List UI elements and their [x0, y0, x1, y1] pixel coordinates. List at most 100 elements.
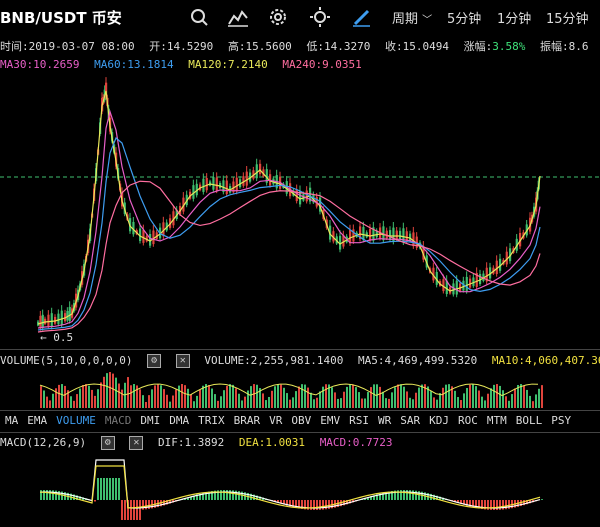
- volume-bar: [217, 400, 219, 408]
- candle-body: [202, 178, 205, 192]
- macd-bar: [109, 478, 111, 500]
- amplitude-value: 振幅:8.6: [540, 40, 589, 53]
- tab-dma[interactable]: DMA: [169, 414, 189, 427]
- tab-sar[interactable]: SAR: [400, 414, 420, 427]
- candle-body: [205, 177, 208, 191]
- macd-bar: [124, 500, 126, 520]
- volume-bar: [370, 387, 372, 408]
- volume-bar: [496, 384, 498, 408]
- tab-boll[interactable]: BOLL: [516, 414, 543, 427]
- search-icon[interactable]: [188, 6, 212, 28]
- ohlc-info: 时间:2019-03-07 08:00 开:14.5290 高:15.5600 …: [0, 38, 597, 54]
- volume-bar: [220, 396, 222, 408]
- volume-bar: [355, 387, 357, 408]
- volume-bar: [154, 385, 156, 408]
- volume-bar: [202, 385, 204, 408]
- volume-bar: [403, 386, 405, 408]
- volume-bar: [175, 389, 177, 408]
- candle-body: [235, 177, 238, 192]
- tab-rsi[interactable]: RSI: [349, 414, 369, 427]
- volume-bar: [184, 385, 186, 408]
- tab-brar[interactable]: BRAR: [234, 414, 261, 427]
- volume-bar: [442, 387, 444, 408]
- tab-dmi[interactable]: DMI: [140, 414, 160, 427]
- candlestick-chart[interactable]: ← 0.5: [0, 66, 600, 348]
- volume-bar: [292, 397, 294, 408]
- settings-icon[interactable]: ⚙: [147, 354, 162, 368]
- tab-ma[interactable]: MA: [5, 414, 18, 427]
- volume-bar: [211, 388, 213, 408]
- tab-obv[interactable]: OBV: [291, 414, 311, 427]
- volume-bar: [274, 386, 276, 408]
- candle-body: [50, 313, 53, 327]
- volume-bar: [310, 392, 312, 408]
- volume-bar: [472, 384, 474, 408]
- volume-bar: [163, 389, 165, 408]
- volume-bar: [514, 388, 516, 408]
- volume-bar: [142, 395, 144, 408]
- tab-wr[interactable]: WR: [378, 414, 391, 427]
- volume-bar: [214, 394, 216, 408]
- close-icon[interactable]: ✕: [175, 354, 190, 368]
- volume-bar: [187, 388, 189, 408]
- volume-bar: [118, 383, 120, 408]
- volume-bar: [508, 400, 510, 408]
- volume-bar: [271, 390, 273, 408]
- volume-bar: [337, 398, 339, 408]
- volume-bar: [262, 393, 264, 408]
- volume-bar: [238, 393, 240, 408]
- volume-bar: [208, 385, 210, 408]
- volume-bar: [127, 377, 129, 408]
- tab-trix[interactable]: TRIX: [198, 414, 225, 427]
- macd-bar: [130, 500, 132, 520]
- volume-bar: [46, 396, 48, 408]
- tab-volume[interactable]: VOLUME: [56, 414, 96, 427]
- candle-body: [245, 171, 248, 186]
- volume-ma5: MA5:4,469,499.5320: [358, 354, 478, 367]
- volume-bar: [43, 390, 45, 408]
- gear-icon[interactable]: [266, 6, 290, 28]
- candle-body: [60, 310, 63, 325]
- divider: [0, 432, 600, 433]
- tab-emv[interactable]: EMV: [320, 414, 340, 427]
- tab-macd[interactable]: MACD: [105, 414, 132, 427]
- volume-bar: [301, 384, 303, 408]
- period-selector[interactable]: 周期 ﹀: [392, 8, 432, 27]
- brightness-icon[interactable]: [308, 6, 332, 28]
- volume-bar: [283, 387, 285, 408]
- tab-mtm[interactable]: MTM: [487, 414, 507, 427]
- tab-psy[interactable]: PSY: [551, 414, 571, 427]
- macd-bar: [118, 478, 120, 500]
- chart-icon[interactable]: [226, 6, 250, 28]
- period-1min[interactable]: 1分钟: [497, 8, 531, 27]
- period-15min[interactable]: 15分钟: [546, 8, 589, 27]
- volume-value: VOLUME:2,255,981.1400: [204, 354, 344, 367]
- volume-bar: [385, 398, 387, 408]
- volume-bar: [133, 384, 135, 408]
- change-percent: 3.58%: [492, 40, 526, 53]
- candle-body: [412, 232, 415, 247]
- volume-bar: [190, 394, 192, 408]
- change-label: 涨幅:: [463, 40, 493, 53]
- volume-bar: [250, 386, 252, 408]
- volume-bar: [91, 389, 93, 408]
- tab-vr[interactable]: VR: [269, 414, 282, 427]
- candle-body: [399, 230, 402, 240]
- volume-bar: [229, 384, 231, 408]
- volume-bar: [520, 384, 522, 408]
- volume-bar: [169, 401, 171, 408]
- volume-bar: [400, 384, 402, 408]
- volume-info: VOLUME(5,10,0,0,0,0) ⚙ ✕ VOLUME:2,255,98…: [0, 354, 600, 368]
- volume-bar: [454, 390, 456, 408]
- volume-bar: [193, 401, 195, 408]
- volume-bar: [181, 384, 183, 408]
- tab-kdj[interactable]: KDJ: [429, 414, 449, 427]
- volume-bar: [505, 396, 507, 408]
- tab-roc[interactable]: ROC: [458, 414, 478, 427]
- period-5min[interactable]: 5分钟: [447, 8, 481, 27]
- tab-ema[interactable]: EMA: [27, 414, 47, 427]
- candle-body: [215, 177, 218, 191]
- pencil-icon[interactable]: [350, 6, 374, 28]
- volume-bar: [430, 391, 432, 408]
- volume-bar: [511, 394, 513, 408]
